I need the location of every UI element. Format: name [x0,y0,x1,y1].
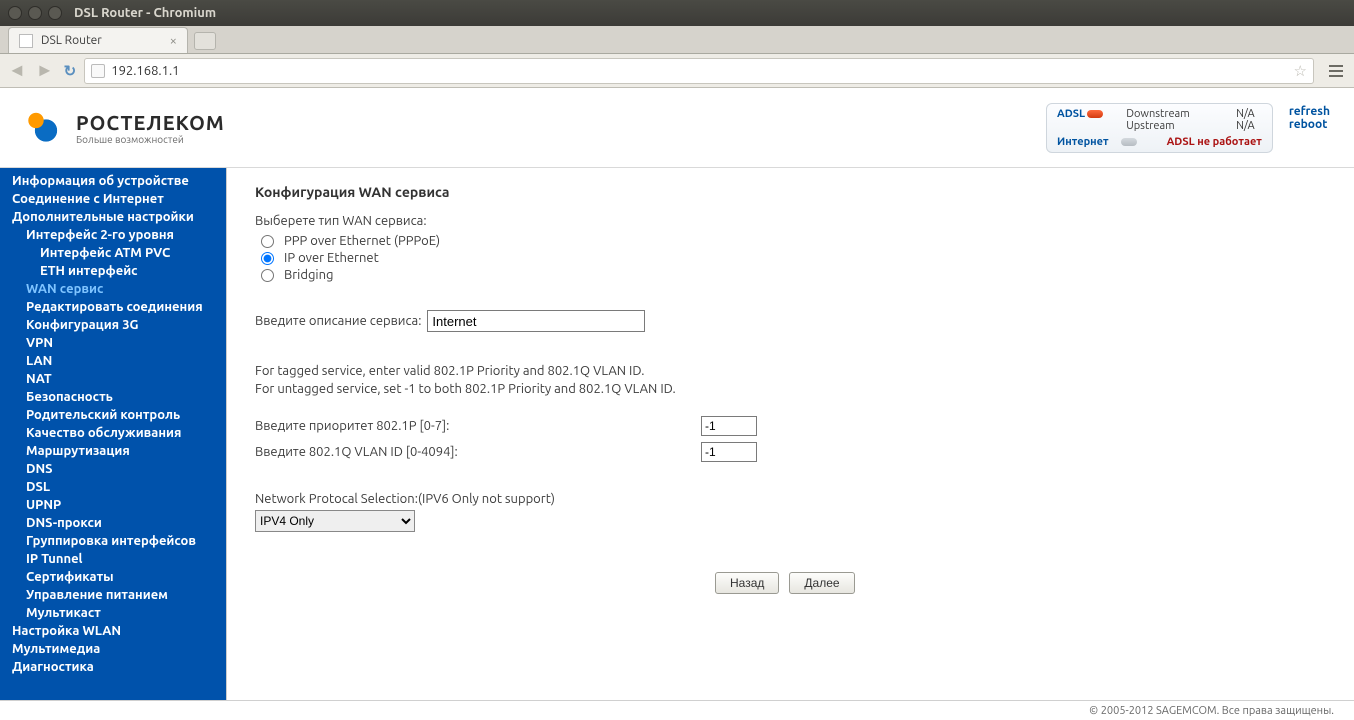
sidebar-item[interactable]: Конфигурация 3G [0,316,226,334]
content: Конфигурация WAN сервиса Выберете тип WA… [226,168,1354,700]
adsl-error: ADSL не работает [1167,136,1262,148]
action-links: refresh reboot [1283,103,1336,133]
bookmark-icon[interactable]: ☆ [1294,62,1307,80]
close-window-icon[interactable] [8,6,22,20]
close-tab-icon[interactable]: × [170,34,177,48]
page: РОСТЕЛЕКОМ Больше возможностей ADSL Down… [0,88,1354,720]
back-icon[interactable]: ◄ [6,60,28,81]
next-button[interactable]: Далее [789,572,854,594]
hint-block: For tagged service, enter valid 802.1P P… [255,362,1326,398]
sidebar-item[interactable]: Диагностика [0,658,226,676]
hint-line-1: For tagged service, enter valid 802.1P P… [255,362,1326,380]
upstream-label: Upstream [1126,120,1197,132]
sidebar-item[interactable]: ETH интерфейс [0,262,226,280]
service-desc-label: Введите описание сервиса: [255,314,421,328]
os-titlebar: DSL Router - Chromium [0,0,1354,26]
logo: РОСТЕЛЕКОМ Больше возможностей [22,103,225,153]
address-bar[interactable]: 192.168.1.1 ☆ [84,58,1314,84]
refresh-link[interactable]: refresh [1289,105,1330,118]
reload-icon[interactable]: ↻ [62,62,79,80]
sidebar-item[interactable]: IP Tunnel [0,550,226,568]
page-icon [19,34,33,48]
logo-icon [22,103,62,153]
footer: © 2005-2012 SAGEMCOM. Все права защищены… [0,700,1354,720]
protocol-label: Network Protocal Selection:(IPV6 Only no… [255,492,1326,506]
forward-icon[interactable]: ► [34,60,56,81]
maximize-window-icon[interactable] [48,6,62,20]
new-tab-button[interactable] [194,32,216,50]
sidebar-item[interactable]: Настройка WLAN [0,622,226,640]
brand-name: РОСТЕЛЕКОМ [76,111,225,134]
sidebar-item[interactable]: Дополнительные настройки [0,208,226,226]
sidebar-item[interactable]: Группировка интерфейсов [0,532,226,550]
sidebar-item[interactable]: UPNP [0,496,226,514]
sidebar-item[interactable]: Информация об устройстве [0,172,226,190]
browser-tab[interactable]: DSL Router × [8,27,188,53]
sidebar-item[interactable]: NAT [0,370,226,388]
priority-input[interactable] [701,416,757,436]
browser-tabstrip: DSL Router × [0,26,1354,54]
sidebar-item[interactable]: Соединение с Интернет [0,190,226,208]
sidebar-item[interactable]: Сертификаты [0,568,226,586]
upstream-value: N/A [1236,120,1262,132]
sidebar-item[interactable]: Управление питанием [0,586,226,604]
internet-label: Интернет [1057,136,1109,148]
tab-title: DSL Router [41,34,102,47]
browser-toolbar: ◄ ► ↻ 192.168.1.1 ☆ [0,54,1354,88]
sidebar-item[interactable]: Мультимедиа [0,640,226,658]
downstream-label: Downstream [1126,108,1197,120]
sidebar-item[interactable]: LAN [0,352,226,370]
sidebar-item[interactable]: Мультикаст [0,604,226,622]
radio-pppoe-label: PPP over Ethernet (PPPoE) [284,234,440,248]
sidebar-item[interactable]: Интерфейс ATM PVC [0,244,226,262]
status-panel: ADSL Downstream N/A Upstream N/A Интерне… [1046,103,1273,153]
adsl-label: ADSL [1057,108,1085,120]
sidebar-item[interactable]: Безопасность [0,388,226,406]
vlan-input[interactable] [701,442,757,462]
window-title: DSL Router - Chromium [74,6,216,20]
radio-ipoe[interactable] [261,252,274,265]
site-icon [91,64,105,78]
router-body: Информация об устройствеСоединение с Инт… [0,168,1354,700]
internet-led-icon [1121,138,1137,146]
service-desc-input[interactable] [427,310,645,332]
sidebar-item[interactable]: DNS [0,460,226,478]
sidebar-item[interactable]: Родительский контроль [0,406,226,424]
sidebar-item[interactable]: DNS-прокси [0,514,226,532]
router-header: РОСТЕЛЕКОМ Больше возможностей ADSL Down… [0,88,1354,168]
reboot-link[interactable]: reboot [1289,118,1328,131]
downstream-value: N/A [1236,108,1262,120]
back-button[interactable]: Назад [715,572,779,594]
sidebar-item[interactable]: Редактировать соединения [0,298,226,316]
status-box: ADSL Downstream N/A Upstream N/A Интерне… [1046,103,1336,153]
sidebar-item[interactable]: WAN сервис [0,280,226,298]
radio-pppoe[interactable] [261,235,274,248]
radio-ipoe-label: IP over Ethernet [284,251,379,265]
sidebar-item[interactable]: Интерфейс 2-го уровня [0,226,226,244]
sidebar-item[interactable]: Качество обслуживания [0,424,226,442]
page-heading: Конфигурация WAN сервиса [255,184,1326,200]
footer-text: © 2005-2012 SAGEMCOM. Все права защищены… [1089,705,1334,717]
radio-bridge[interactable] [261,269,274,282]
protocol-select[interactable]: IPV4 Only [255,510,415,532]
hint-line-2: For untagged service, set -1 to both 802… [255,380,1326,398]
minimize-window-icon[interactable] [28,6,42,20]
sidebar-item[interactable]: VPN [0,334,226,352]
sidebar: Информация об устройствеСоединение с Инт… [0,168,226,700]
address-text: 192.168.1.1 [111,64,179,78]
priority-label: Введите приоритет 802.1P [0-7]: [255,419,701,433]
sidebar-item[interactable]: DSL [0,478,226,496]
window-controls [8,6,62,20]
wan-type-label: Выберете тип WAN сервиса: [255,214,1326,228]
sidebar-item[interactable]: Маршрутизация [0,442,226,460]
adsl-led-icon [1087,110,1103,118]
browser-menu-icon[interactable] [1324,59,1348,83]
vlan-label: Введите 802.1Q VLAN ID [0-4094]: [255,445,701,459]
radio-bridge-label: Bridging [284,268,333,282]
brand-tagline: Больше возможностей [76,134,225,145]
